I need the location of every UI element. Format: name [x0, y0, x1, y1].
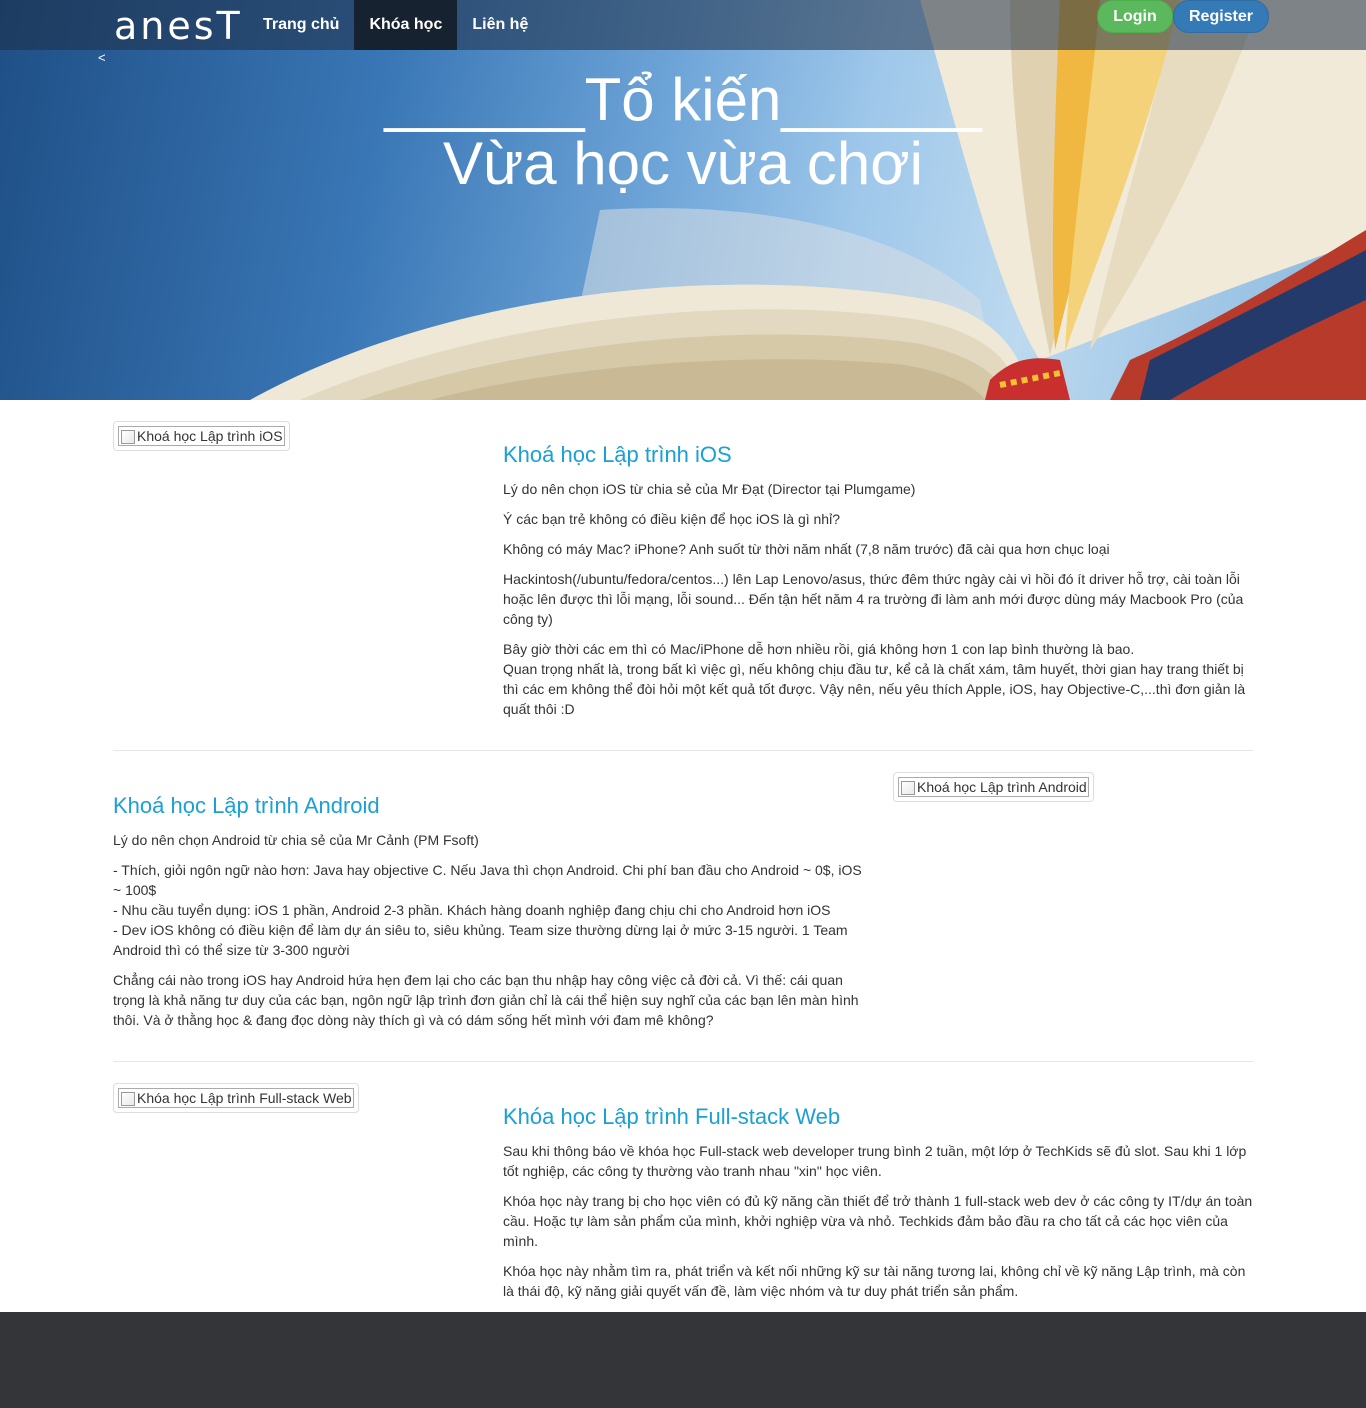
course-image-alt: Khóa học Lập trình Full-stack Web	[137, 1090, 352, 1106]
hero-title-line1: ______Tổ kiến______	[384, 66, 982, 133]
broken-image-icon: Khoá học Lập trình iOS	[118, 426, 285, 446]
course-image-android: Khoá học Lập trình Android	[893, 772, 1094, 802]
course-paragraph-line: Quan trọng nhất là, trong bất kì việc gì…	[503, 661, 1246, 717]
course-text-ios: Khoá học Lập trình iOS Lý do nên chọn iO…	[503, 441, 1253, 729]
main-nav: Trang chủ Khóa học Liên hệ	[248, 0, 543, 50]
nav-item-courses[interactable]: Khóa học	[354, 0, 458, 50]
course-paragraph: Lý do nên chọn Android từ chia sẻ của Mr…	[113, 832, 479, 848]
nav-item-home[interactable]: Trang chủ	[248, 0, 354, 50]
course-title[interactable]: Khoá học Lập trình iOS	[503, 441, 1253, 469]
login-button[interactable]: Login	[1097, 0, 1173, 33]
hero-heading: ______Tổ kiến______ Vừa học vừa chơi	[0, 68, 1366, 196]
course-paragraph-line: Bây giờ thời các em thì có Mac/iPhone dễ…	[503, 641, 1135, 657]
course-text-web: Khóa học Lập trình Full-stack Web Sau kh…	[503, 1103, 1253, 1311]
section-divider	[113, 750, 1253, 751]
course-title[interactable]: Khoá học Lập trình Android	[113, 792, 863, 820]
course-paragraph: Hackintosh(/ubuntu/fedora/centos...) lên…	[503, 571, 1244, 627]
course-paragraph: Bây giờ thời các em thì có Mac/iPhone dễ…	[503, 639, 1253, 719]
course-paragraph: Khóa học này nhằm tìm ra, phát triển và …	[503, 1263, 1246, 1299]
broken-image-icon: Khoá học Lập trình Android	[898, 777, 1089, 797]
course-paragraph: Chẳng cái nào trong iOS hay Android hứa …	[113, 972, 859, 1028]
carousel-prev-arrow[interactable]: <	[98, 50, 106, 65]
course-paragraph: - Thích, giỏi ngôn ngữ nào hơn: Java hay…	[113, 860, 863, 960]
course-image-alt: Khoá học Lập trình Android	[917, 779, 1087, 795]
open-book-image	[250, 0, 1366, 400]
course-paragraph-line: - Nhu cầu tuyển dụng: iOS 1 phần, Androi…	[113, 902, 831, 918]
course-paragraph-line: - Thích, giỏi ngôn ngữ nào hơn: Java hay…	[113, 862, 862, 898]
course-title[interactable]: Khóa học Lập trình Full-stack Web	[503, 1103, 1253, 1131]
course-paragraph: Ý các bạn trẻ không có điều kiện để học …	[503, 511, 840, 527]
nav-item-contact[interactable]: Liên hệ	[457, 0, 543, 50]
section-divider	[113, 1061, 1253, 1062]
course-image-web: Khóa học Lập trình Full-stack Web	[113, 1083, 359, 1113]
course-paragraph: Lý do nên chọn iOS từ chia sẻ của Mr Đạt…	[503, 481, 916, 497]
course-paragraph: Sau khi thông báo về khóa học Full-stack…	[503, 1143, 1247, 1179]
brand-logo[interactable]: anesT	[114, 4, 243, 48]
course-paragraph: Khóa học này trang bị cho học viên có đủ…	[503, 1193, 1253, 1249]
course-paragraph-line: - Dev iOS không có điều kiện để làm dự á…	[113, 922, 848, 958]
hero-title-line2: Vừa học vừa chơi	[443, 130, 923, 197]
course-text-android: Khoá học Lập trình Android Lý do nên chọ…	[113, 792, 863, 1040]
course-image-ios: Khoá học Lập trình iOS	[113, 421, 290, 451]
footer	[0, 1312, 1366, 1408]
course-paragraph: Không có máy Mac? iPhone? Anh suốt từ th…	[503, 541, 1110, 557]
top-navbar: anesT Trang chủ Khóa học Liên hệ Login R…	[0, 0, 1366, 50]
course-image-alt: Khoá học Lập trình iOS	[137, 428, 283, 444]
register-button[interactable]: Register	[1173, 0, 1269, 33]
hero-banner	[0, 0, 1366, 400]
broken-image-icon: Khóa học Lập trình Full-stack Web	[118, 1088, 354, 1108]
